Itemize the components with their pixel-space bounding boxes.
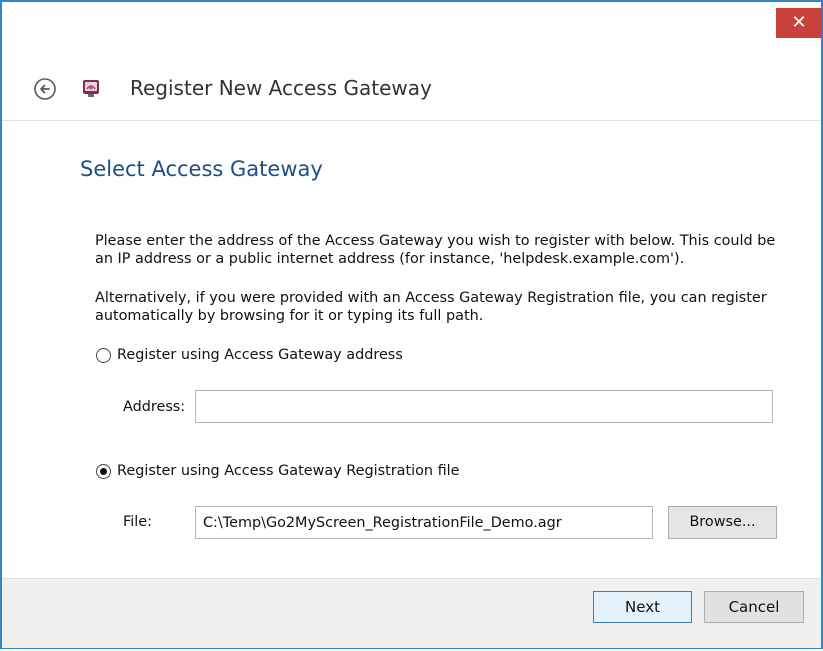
- file-path-input[interactable]: [195, 506, 653, 539]
- title-bar: ✕ Register New Access Gateway: [2, 2, 822, 120]
- file-option[interactable]: Register using Access Gateway Registrati…: [96, 463, 460, 479]
- access-gateway-icon: [80, 77, 102, 99]
- window-title: Register New Access Gateway: [130, 76, 432, 100]
- file-radio[interactable]: [96, 463, 111, 479]
- cancel-button[interactable]: Cancel: [704, 591, 804, 623]
- next-button[interactable]: Next: [593, 591, 692, 623]
- file-option-label: Register using Access Gateway Registrati…: [117, 463, 460, 479]
- page-heading: Select Access Gateway: [80, 157, 323, 181]
- address-option-label: Register using Access Gateway address: [117, 347, 403, 363]
- browse-button[interactable]: Browse...: [668, 506, 777, 539]
- wizard-window: ✕ Register New Access Gateway Select Acc…: [0, 0, 823, 649]
- address-input[interactable]: [195, 390, 773, 423]
- address-option[interactable]: Register using Access Gateway address: [96, 347, 403, 363]
- close-icon: ✕: [791, 12, 807, 33]
- instruction-text-address: Please enter the address of the Access G…: [95, 233, 776, 267]
- close-button[interactable]: ✕: [776, 8, 822, 38]
- back-arrow-icon: [34, 78, 56, 100]
- file-label: File:: [123, 514, 152, 530]
- wizard-footer: Next Cancel: [2, 578, 821, 648]
- address-radio[interactable]: [96, 347, 111, 363]
- wizard-content: Select Access Gateway Please enter the a…: [2, 120, 821, 579]
- instruction-text-file: Alternatively, if you were provided with…: [95, 290, 767, 324]
- address-label: Address:: [123, 399, 186, 415]
- back-button[interactable]: [34, 78, 56, 100]
